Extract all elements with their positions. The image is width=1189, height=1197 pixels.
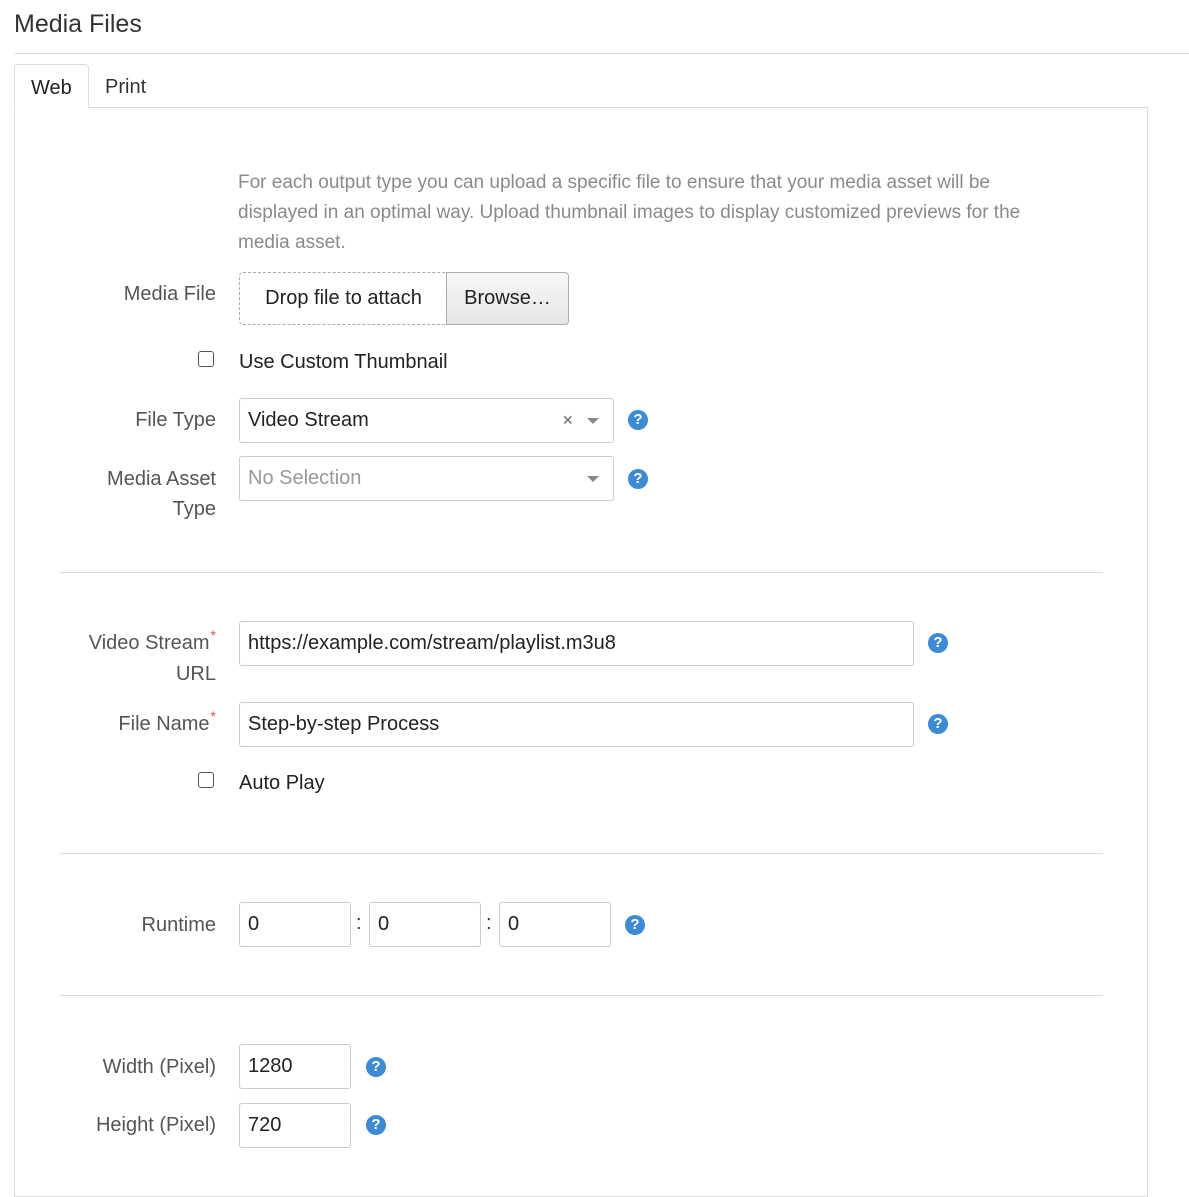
runtime-seconds-input[interactable]: 0 bbox=[499, 902, 611, 947]
file-type-label: File Type bbox=[135, 409, 216, 431]
media-asset-type-select[interactable]: No Selection bbox=[239, 456, 614, 501]
auto-play-checkbox[interactable] bbox=[198, 772, 214, 788]
media-asset-type-label: Media Asset Type bbox=[14, 464, 216, 524]
chevron-down-icon[interactable] bbox=[587, 418, 599, 424]
media-asset-type-placeholder: No Selection bbox=[248, 467, 362, 489]
help-icon[interactable]: ? bbox=[625, 915, 645, 935]
height-label: Height (Pixel) bbox=[95, 1114, 216, 1136]
auto-play-label: Auto Play bbox=[239, 772, 325, 794]
file-dropzone[interactable]: Drop file to attach bbox=[239, 272, 447, 325]
file-name-label-text: File Name bbox=[118, 713, 210, 735]
page-title: Media Files bbox=[14, 10, 142, 38]
clear-icon[interactable]: × bbox=[562, 399, 573, 442]
help-icon[interactable]: ? bbox=[628, 469, 648, 489]
custom-thumbnail-checkbox[interactable] bbox=[198, 351, 214, 367]
file-name-label: File Name* bbox=[14, 708, 216, 740]
help-icon[interactable]: ? bbox=[366, 1057, 386, 1077]
chevron-down-icon[interactable] bbox=[587, 476, 599, 482]
media-asset-type-label-line2: Type bbox=[172, 498, 216, 520]
help-icon[interactable]: ? bbox=[928, 714, 948, 734]
section-divider bbox=[60, 995, 1103, 996]
width-label: Width (Pixel) bbox=[102, 1056, 216, 1078]
custom-thumbnail-label: Use Custom Thumbnail bbox=[239, 351, 448, 373]
runtime-separator: : bbox=[356, 912, 362, 934]
video-stream-url-label-line2: URL bbox=[175, 663, 216, 685]
intro-text: For each output type you can upload a sp… bbox=[238, 172, 1021, 253]
browse-button[interactable]: Browse… bbox=[446, 272, 569, 325]
video-stream-url-label-line1: Video Stream bbox=[88, 632, 210, 654]
help-icon[interactable]: ? bbox=[928, 633, 948, 653]
runtime-hours-input[interactable]: 0 bbox=[239, 902, 351, 947]
section-divider bbox=[60, 853, 1103, 854]
file-type-select[interactable]: Video Stream × bbox=[239, 398, 614, 443]
help-icon[interactable]: ? bbox=[366, 1115, 386, 1135]
height-input[interactable]: 720 bbox=[239, 1103, 351, 1148]
runtime-label: Runtime bbox=[141, 914, 216, 936]
media-asset-type-label-line1: Media Asset bbox=[107, 468, 216, 490]
required-marker: * bbox=[210, 708, 216, 724]
file-name-input[interactable]: Step-by-step Process bbox=[239, 702, 914, 747]
title-divider bbox=[14, 53, 1189, 54]
video-stream-url-label: Video Stream* URL bbox=[14, 627, 216, 689]
video-stream-url-input[interactable]: https://example.com/stream/playlist.m3u8 bbox=[239, 621, 914, 666]
runtime-minutes-input[interactable]: 0 bbox=[369, 902, 481, 947]
width-input[interactable]: 1280 bbox=[239, 1044, 351, 1089]
media-file-label: Media File bbox=[123, 283, 216, 305]
runtime-separator: : bbox=[486, 912, 492, 934]
file-type-value: Video Stream bbox=[248, 409, 369, 431]
help-icon[interactable]: ? bbox=[628, 410, 648, 430]
required-marker: * bbox=[210, 627, 216, 643]
section-divider bbox=[60, 572, 1103, 573]
tab-web[interactable]: Web bbox=[14, 64, 89, 108]
tab-print[interactable]: Print bbox=[89, 64, 162, 108]
